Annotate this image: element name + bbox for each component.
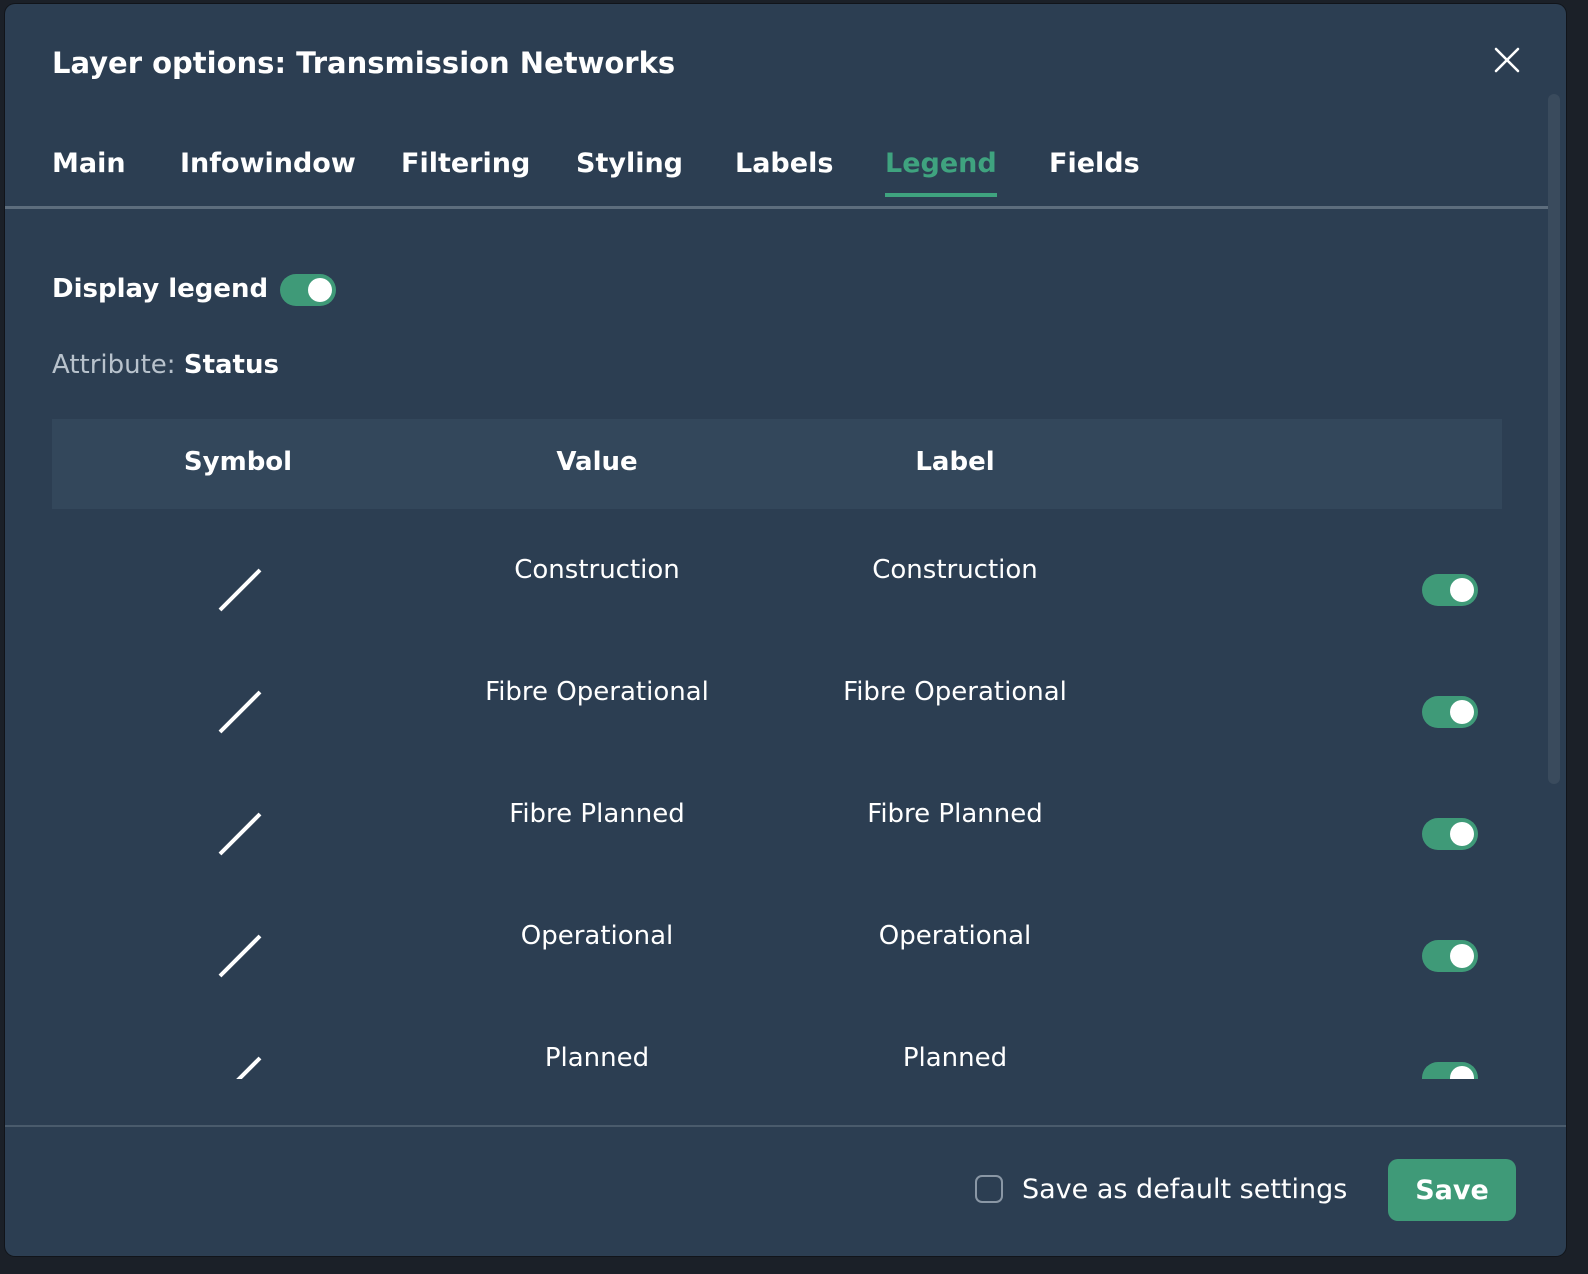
row-visibility-toggle[interactable]: [1422, 940, 1478, 972]
legend-table-header: Symbol Value Label: [52, 419, 1502, 509]
row-visibility-toggle[interactable]: [1422, 1062, 1478, 1079]
row-label: Construction: [872, 555, 1038, 585]
toggle-knob: [1450, 578, 1474, 602]
tab-styling[interactable]: Styling: [576, 148, 683, 193]
row-visibility-toggle[interactable]: [1422, 818, 1478, 850]
close-icon: [1494, 47, 1520, 73]
tab-bar: Main Infowindow Filtering Styling Labels…: [5, 134, 1548, 209]
table-row: Fibre Operational Fibre Operational: [52, 631, 1502, 753]
legend-table-body[interactable]: Construction Construction Fibre Operatio…: [52, 509, 1502, 1079]
line-symbol-icon: [218, 690, 262, 734]
toggle-knob: [308, 278, 332, 302]
toggle-knob: [1450, 700, 1474, 724]
row-label: Fibre Planned: [867, 799, 1043, 829]
dialog-title: Layer options: Transmission Networks: [52, 46, 676, 80]
tab-filtering[interactable]: Filtering: [401, 148, 530, 193]
layer-options-dialog: Layer options: Transmission Networks Mai…: [5, 4, 1566, 1256]
save-default-label[interactable]: Save as default settings: [1022, 1174, 1347, 1205]
tab-infowindow[interactable]: Infowindow: [180, 148, 356, 193]
save-button[interactable]: Save: [1388, 1159, 1516, 1221]
row-value: Fibre Operational: [485, 677, 709, 707]
tab-main[interactable]: Main: [52, 148, 126, 193]
table-row: Operational Operational: [52, 875, 1502, 997]
column-header-symbol: Symbol: [183, 447, 293, 477]
row-label: Planned: [902, 1043, 1008, 1073]
attribute-line: Attribute: Status: [52, 350, 279, 380]
column-header-label: Label: [915, 447, 995, 477]
tab-legend[interactable]: Legend: [885, 148, 997, 197]
table-row: Fibre Planned Fibre Planned: [52, 753, 1502, 875]
column-header-value: Value: [556, 447, 638, 477]
tab-fields[interactable]: Fields: [1049, 148, 1140, 193]
row-value: Operational: [520, 921, 674, 951]
footer-divider: [5, 1125, 1566, 1127]
line-symbol-icon: [236, 1056, 262, 1079]
table-row: Planned Planned: [52, 997, 1502, 1079]
row-value: Planned: [544, 1043, 650, 1073]
display-legend-label: Display legend: [52, 274, 269, 304]
attribute-label: Attribute:: [52, 350, 176, 380]
attribute-value: Status: [183, 350, 279, 380]
toggle-knob: [1450, 1066, 1474, 1079]
close-button[interactable]: [1487, 40, 1527, 80]
row-value: Construction: [514, 555, 680, 585]
line-symbol-icon: [218, 568, 262, 612]
table-row: Construction Construction: [52, 509, 1502, 631]
toggle-knob: [1450, 944, 1474, 968]
row-label: Fibre Operational: [843, 677, 1067, 707]
toggle-knob: [1450, 822, 1474, 846]
line-symbol-icon: [218, 812, 262, 856]
tab-labels[interactable]: Labels: [735, 148, 833, 193]
save-default-checkbox[interactable]: [975, 1175, 1003, 1203]
dialog-scrollbar[interactable]: [1548, 94, 1560, 784]
row-value: Fibre Planned: [509, 799, 685, 829]
row-visibility-toggle[interactable]: [1422, 696, 1478, 728]
row-label: Operational: [878, 921, 1032, 951]
row-visibility-toggle[interactable]: [1422, 574, 1478, 606]
line-symbol-icon: [218, 934, 262, 978]
display-legend-toggle[interactable]: [280, 274, 336, 306]
